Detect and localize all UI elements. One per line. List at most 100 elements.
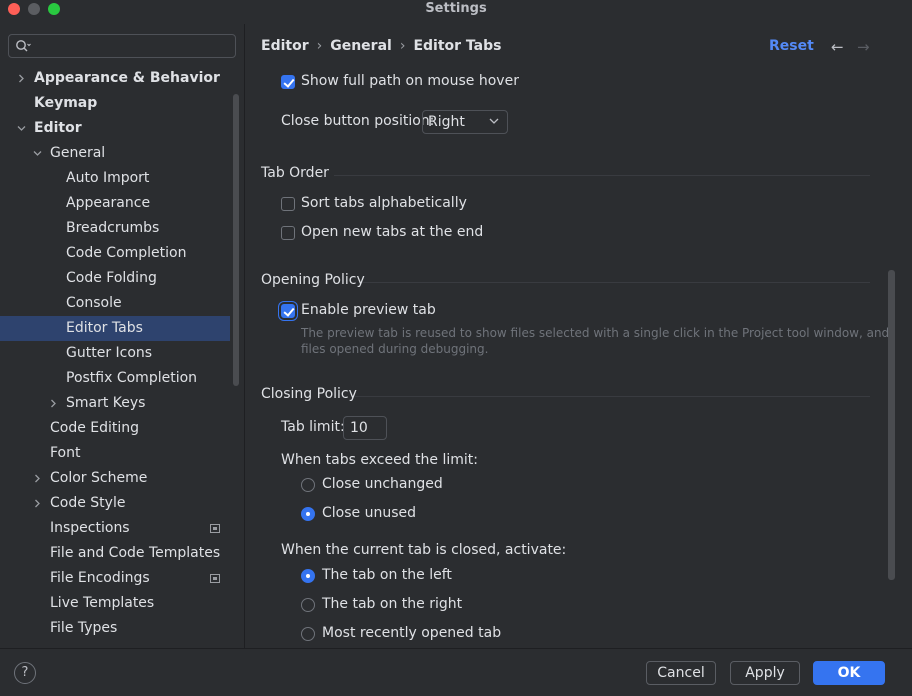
- sidebar-item-live-templates[interactable]: Live Templates: [0, 591, 230, 616]
- sidebar-item-editor[interactable]: Editor: [0, 116, 230, 141]
- close-button-position-label: Close button position:: [281, 113, 435, 129]
- chevron-down-icon[interactable]: [31, 141, 43, 166]
- dialog-footer: ? Cancel Apply OK: [0, 648, 912, 696]
- close-unused-label[interactable]: Close unused: [322, 505, 416, 521]
- cancel-button[interactable]: Cancel: [646, 661, 716, 685]
- sidebar-item-editor-tabs[interactable]: Editor Tabs: [0, 316, 230, 341]
- tab-limit-label: Tab limit:: [281, 419, 345, 435]
- ok-button[interactable]: OK: [813, 661, 885, 685]
- reset-link[interactable]: Reset: [769, 38, 814, 54]
- chevron-right-icon[interactable]: [47, 391, 59, 416]
- section-divider: [334, 175, 870, 176]
- sidebar-item-label: Code Editing: [50, 420, 140, 436]
- close-button-position-select[interactable]: Right: [422, 110, 508, 134]
- tab-right-label[interactable]: The tab on the right: [322, 596, 462, 612]
- project-level-icon: [210, 524, 220, 533]
- chevron-right-icon[interactable]: [31, 491, 43, 516]
- help-icon[interactable]: ?: [14, 662, 36, 684]
- opening-policy-heading: Opening Policy: [261, 272, 365, 288]
- sidebar-item-appearance[interactable]: Appearance: [0, 191, 230, 216]
- sidebar-item-label: Appearance & Behavior: [34, 70, 220, 86]
- preview-hint-line: The preview tab is reused to show files …: [301, 326, 890, 340]
- sidebar-item-label: Code Style: [50, 495, 126, 511]
- apply-button[interactable]: Apply: [730, 661, 800, 685]
- select-value: Right: [428, 114, 465, 130]
- chevron-down-icon[interactable]: [15, 116, 27, 141]
- forward-arrow-icon[interactable]: →: [857, 38, 870, 56]
- sidebar-item-inspections[interactable]: Inspections: [0, 516, 230, 541]
- sidebar-item-file-types[interactable]: File Types: [0, 616, 230, 641]
- sidebar-item-label: Postfix Completion: [66, 370, 198, 386]
- sidebar-item-label: Code Folding: [66, 270, 157, 286]
- search-icon: [16, 40, 31, 52]
- exceed-limit-label: When tabs exceed the limit:: [281, 452, 478, 468]
- tab-left-radio[interactable]: [301, 569, 315, 583]
- sidebar-item-code-completion[interactable]: Code Completion: [0, 241, 230, 266]
- settings-content: Editor › General › Editor Tabs Reset ← → Sho…: [246, 24, 912, 648]
- sidebar-item-gutter-icons[interactable]: Gutter Icons: [0, 341, 230, 366]
- breadcrumb-item[interactable]: Editor: [261, 38, 309, 54]
- sidebar-item-code-editing[interactable]: Code Editing: [0, 416, 230, 441]
- sidebar-item-label: Font: [50, 445, 81, 461]
- sidebar-scrollbar[interactable]: [233, 94, 239, 386]
- sidebar-item-label: Color Scheme: [50, 470, 148, 486]
- breadcrumb-separator-icon: ›: [316, 38, 323, 54]
- sidebar-item-label: Appearance: [66, 195, 151, 211]
- back-arrow-icon[interactable]: ←: [831, 38, 844, 56]
- most-recent-label[interactable]: Most recently opened tab: [322, 625, 501, 641]
- chevron-right-icon[interactable]: [31, 466, 43, 491]
- close-unchanged-label[interactable]: Close unchanged: [322, 476, 443, 492]
- tab-order-heading: Tab Order: [261, 165, 329, 181]
- close-unchanged-radio[interactable]: [301, 478, 315, 492]
- sidebar-item-appearance-behavior[interactable]: Appearance & Behavior: [0, 66, 230, 91]
- sidebar-item-console[interactable]: Console: [0, 291, 230, 316]
- sidebar-item-label: Keymap: [34, 95, 98, 111]
- tab-right-radio[interactable]: [301, 598, 315, 612]
- sidebar-item-label: Live Templates: [50, 595, 155, 611]
- content-scrollbar[interactable]: [888, 270, 895, 580]
- sidebar-item-general[interactable]: General: [0, 141, 230, 166]
- title-bar: Settings: [0, 0, 912, 20]
- show-full-path-checkbox[interactable]: [281, 75, 295, 89]
- search-input[interactable]: [8, 34, 236, 58]
- most-recent-radio[interactable]: [301, 627, 315, 641]
- sidebar-item-label: File Encodings: [50, 570, 150, 586]
- sidebar-item-label: Smart Keys: [66, 395, 146, 411]
- project-level-icon: [210, 574, 220, 583]
- sidebar-item-auto-import[interactable]: Auto Import: [0, 166, 230, 191]
- sidebar-item-label: General: [50, 145, 106, 161]
- tab-limit-input[interactable]: 10: [343, 416, 387, 440]
- close-unused-radio[interactable]: [301, 507, 315, 521]
- section-divider: [362, 282, 870, 283]
- sidebar-item-label: Editor Tabs: [66, 320, 143, 336]
- sort-alphabetically-checkbox[interactable]: [281, 197, 295, 211]
- sidebar-item-file-encodings[interactable]: File Encodings: [0, 566, 230, 591]
- sort-alphabetically-label[interactable]: Sort tabs alphabetically: [301, 195, 467, 211]
- breadcrumb-separator-icon: ›: [399, 38, 406, 54]
- sidebar-item-label: Code Completion: [66, 245, 187, 261]
- sidebar-item-label: Gutter Icons: [66, 345, 153, 361]
- enable-preview-checkbox[interactable]: [281, 304, 295, 318]
- sidebar-item-smart-keys[interactable]: Smart Keys: [0, 391, 230, 416]
- enable-preview-label[interactable]: Enable preview tab: [301, 302, 436, 318]
- open-at-end-checkbox[interactable]: [281, 226, 295, 240]
- section-divider: [354, 396, 870, 397]
- tab-left-label[interactable]: The tab on the left: [322, 567, 452, 583]
- sidebar-item-breadcrumbs[interactable]: Breadcrumbs: [0, 216, 230, 241]
- sidebar-item-file-code-templates[interactable]: File and Code Templates: [0, 541, 230, 566]
- sidebar-item-code-style[interactable]: Code Style: [0, 491, 230, 516]
- open-at-end-label[interactable]: Open new tabs at the end: [301, 224, 483, 240]
- chevron-right-icon[interactable]: [15, 66, 27, 91]
- show-full-path-label[interactable]: Show full path on mouse hover: [301, 73, 519, 89]
- sidebar-item-code-folding[interactable]: Code Folding: [0, 266, 230, 291]
- sidebar-item-postfix-completion[interactable]: Postfix Completion: [0, 366, 230, 391]
- preview-hint-line: files opened during debugging.: [301, 342, 489, 356]
- closing-policy-heading: Closing Policy: [261, 386, 357, 402]
- sidebar-item-keymap[interactable]: Keymap: [0, 91, 230, 116]
- tab-limit-value: 10: [350, 420, 368, 436]
- breadcrumb-item[interactable]: General: [330, 38, 392, 54]
- sidebar-item-label: Editor: [34, 120, 82, 136]
- breadcrumb-item: Editor Tabs: [413, 38, 502, 54]
- sidebar-item-color-scheme[interactable]: Color Scheme: [0, 466, 230, 491]
- sidebar-item-font[interactable]: Font: [0, 441, 230, 466]
